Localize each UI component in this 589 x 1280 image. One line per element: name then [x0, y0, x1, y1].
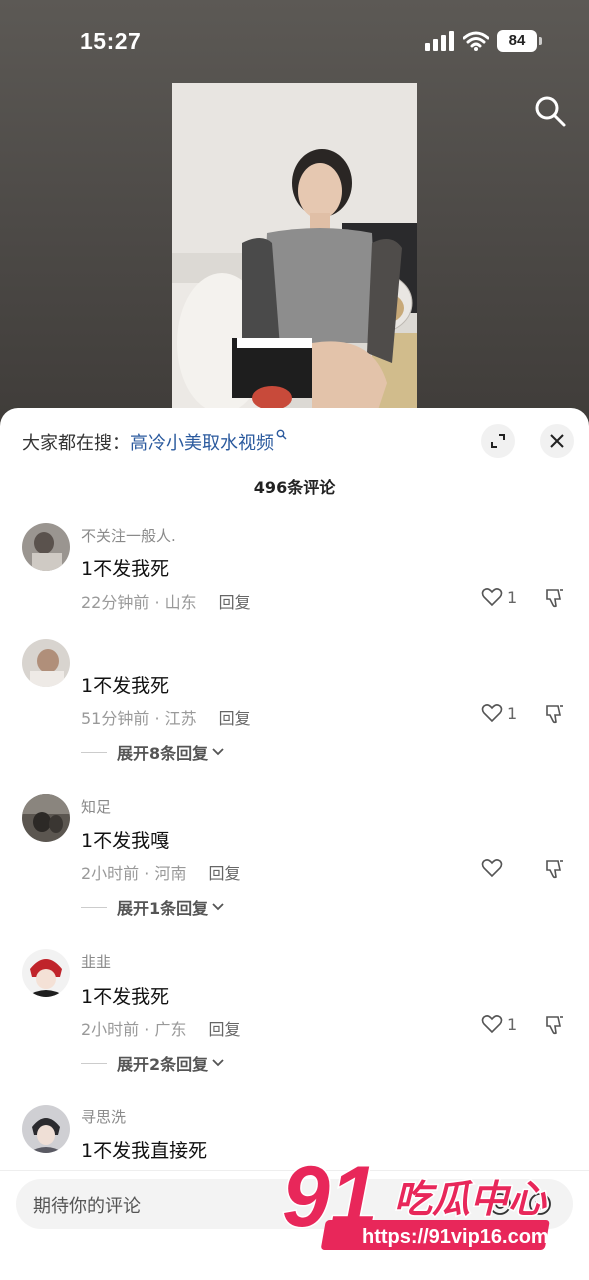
reply-button[interactable]: 回复 [208, 1016, 240, 1040]
comment-input-placeholder: 期待你的评论 [33, 1196, 141, 1217]
dislike-icon [546, 860, 563, 879]
search-query-link[interactable]: 高冷小美取水视频 [130, 429, 274, 455]
close-button[interactable] [540, 424, 574, 458]
reply-button[interactable]: 回复 [219, 589, 251, 613]
video-thumbnail [172, 83, 417, 413]
comment-text: 1不发我嘎 [81, 830, 170, 852]
comment-text: 1不发我直接死 [81, 1140, 208, 1162]
status-time: 15:27 [80, 28, 142, 54]
heart-icon [481, 704, 503, 723]
divider-line [81, 1062, 107, 1064]
comment-meta: 2小时前 · 河南 回复 [81, 860, 240, 884]
comment-time-location: 22分钟前 · 山东 [81, 593, 197, 612]
comment-text: 1不发我死 [81, 986, 170, 1008]
comment-time-location: 2小时前 · 河南 [81, 864, 187, 883]
dislike-button[interactable] [544, 587, 566, 613]
dislike-button[interactable] [544, 1014, 566, 1040]
comment-username[interactable]: 寻思洗 [81, 1106, 126, 1127]
comment-username[interactable]: 知足 [81, 796, 111, 817]
comment-meta: 2小时前 · 广东 回复 [81, 1016, 240, 1040]
avatar[interactable] [22, 639, 70, 687]
expand-replies-button[interactable]: 展开8条回复 [81, 740, 224, 764]
status-icons: 84 [425, 30, 542, 52]
watermark-brand-text: 吃瓜中心 [394, 1177, 547, 1221]
comment-username[interactable]: 不关注一般人. [81, 525, 176, 546]
divider-line [81, 751, 107, 753]
chevron-down-icon [212, 748, 224, 756]
video-frame[interactable] [172, 83, 417, 413]
avatar[interactable] [22, 949, 70, 997]
comment-count: 496条评论 [253, 478, 336, 497]
reply-button[interactable]: 回复 [219, 705, 251, 729]
comment-meta: 22分钟前 · 山东 回复 [81, 589, 251, 613]
signal-icon [425, 31, 454, 51]
video-player[interactable]: 15:27 84 [0, 0, 589, 430]
dislike-button[interactable] [544, 703, 566, 729]
avatar[interactable] [22, 794, 70, 842]
like-count: 1 [507, 1014, 518, 1034]
status-bar: 15:27 84 [0, 0, 589, 80]
expand-replies-label: 展开2条回复 [117, 1055, 209, 1074]
watermark-logo: 91 吃瓜中心 https://91vip16.com [281, 1140, 572, 1260]
expand-replies-label: 展开8条回复 [117, 744, 209, 763]
like-count: 1 [507, 703, 518, 723]
like-count: 1 [507, 587, 518, 607]
close-icon [550, 434, 564, 448]
heart-icon [481, 588, 503, 607]
expand-button[interactable] [481, 424, 515, 458]
wifi-icon [463, 31, 489, 51]
dislike-button[interactable] [544, 858, 566, 884]
chevron-down-icon [212, 903, 224, 911]
comment-time-location: 2小时前 · 广东 [81, 1020, 187, 1039]
avatar[interactable] [22, 523, 70, 571]
heart-icon [481, 859, 503, 878]
search-prefix: 大家都在搜： [22, 433, 130, 454]
comment-text: 1不发我死 [81, 675, 170, 697]
divider-line [81, 906, 107, 908]
search-small-icon [276, 429, 287, 443]
like-button[interactable]: 1 [481, 587, 517, 607]
comment-time-location: 51分钟前 · 江苏 [81, 709, 197, 728]
like-button[interactable] [481, 858, 507, 878]
like-button[interactable]: 1 [481, 1014, 517, 1034]
dislike-icon [546, 1016, 563, 1035]
watermark-url: https://91vip16.com [362, 1226, 549, 1248]
comment-username[interactable]: 韭韭 [81, 951, 111, 972]
expand-replies-button[interactable]: 展开1条回复 [81, 895, 224, 919]
heart-icon [481, 1015, 503, 1034]
like-button[interactable]: 1 [481, 703, 517, 723]
comment-meta: 51分钟前 · 江苏 回复 [81, 705, 251, 729]
search-suggestion[interactable]: 大家都在搜： 高冷小美取水视频 [22, 428, 287, 456]
reply-button[interactable]: 回复 [208, 860, 240, 884]
battery-indicator: 84 [497, 30, 542, 52]
expand-icon [491, 434, 505, 448]
expand-replies-button[interactable]: 展开2条回复 [81, 1051, 224, 1075]
dislike-icon [546, 705, 563, 724]
avatar[interactable] [22, 1105, 70, 1153]
comment-text: 1不发我死 [81, 558, 170, 580]
expand-replies-label: 展开1条回复 [117, 899, 209, 918]
dislike-icon [546, 589, 563, 608]
chevron-down-icon [212, 1059, 224, 1067]
search-icon[interactable] [533, 94, 567, 128]
